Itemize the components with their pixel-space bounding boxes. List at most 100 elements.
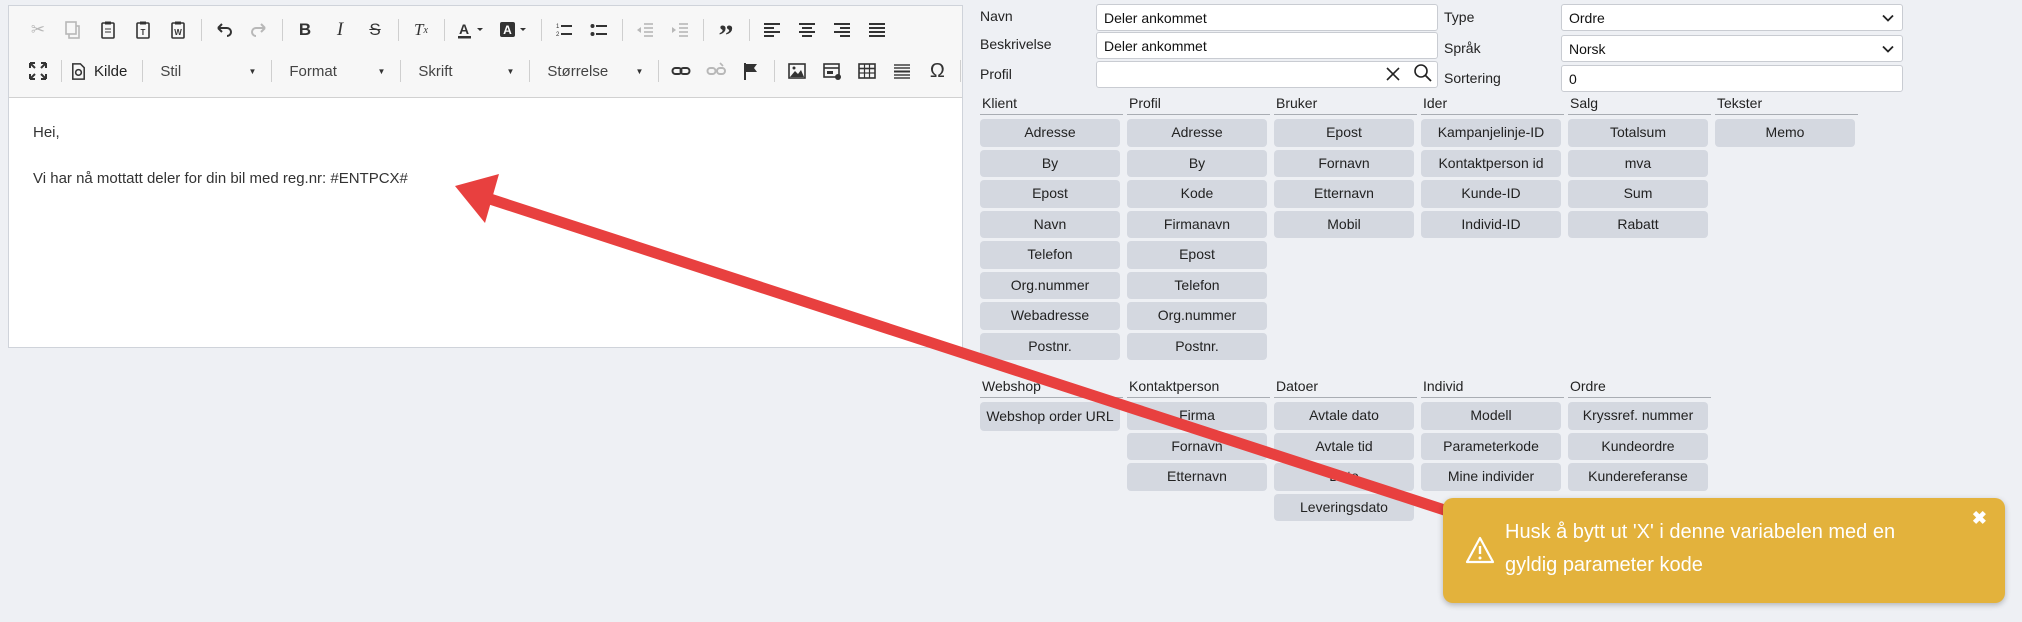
undo-icon[interactable]	[209, 15, 239, 45]
numbered-list-icon[interactable]: 12	[549, 15, 579, 45]
variable-group: Bruker Epost Fornavn Etternavn Mobil	[1274, 95, 1417, 241]
search-icon[interactable]	[1413, 63, 1433, 83]
variable-chip[interactable]: Kontaktperson id	[1421, 149, 1561, 177]
variable-group: Tekster Memo	[1715, 95, 1858, 150]
variable-chip[interactable]: Kundeordre	[1568, 432, 1708, 460]
name-field[interactable]: Deler ankommet	[1096, 4, 1438, 31]
variable-chip[interactable]: Etternavn	[1127, 463, 1267, 491]
variable-chip[interactable]: Parameterkode	[1421, 432, 1561, 460]
variable-chip[interactable]: Epost	[1274, 119, 1414, 147]
variable-chip[interactable]: Webshop order URL	[980, 402, 1120, 431]
remove-format-icon[interactable]: Tx	[406, 15, 436, 45]
variable-group: Profil Adresse By Kode Firmanavn Epost Telefon…	[1127, 95, 1270, 363]
strikethrough-icon[interactable]: S	[360, 15, 390, 45]
chevron-down-icon: ▼	[248, 66, 257, 76]
chevron-down-icon	[1882, 14, 1894, 22]
close-icon[interactable]: ✖	[1972, 508, 1987, 529]
language-select[interactable]: Norsk	[1561, 35, 1903, 62]
cut-icon[interactable]: ✂	[23, 15, 53, 45]
paste-word-icon[interactable]: W	[163, 15, 193, 45]
text-color-icon[interactable]: A	[452, 15, 490, 45]
variable-chip[interactable]: Totalsum	[1568, 119, 1708, 147]
paste-text-icon[interactable]: T	[128, 15, 158, 45]
description-field[interactable]: Deler ankommet	[1096, 32, 1438, 59]
outdent-icon[interactable]	[630, 15, 660, 45]
variable-chip[interactable]: Kunde-ID	[1421, 180, 1561, 208]
variable-group-title: Kontaktperson	[1127, 378, 1270, 398]
variable-chip[interactable]: By	[1127, 149, 1267, 177]
variable-chip[interactable]: Etternavn	[1274, 180, 1414, 208]
variable-chip[interactable]: Kampanjelinje-ID	[1421, 119, 1561, 147]
variable-chip[interactable]: Org.nummer	[1127, 302, 1267, 330]
variable-chip[interactable]: Firmanavn	[1127, 210, 1267, 238]
variable-chip[interactable]: Adresse	[1127, 119, 1267, 147]
variable-chip[interactable]: Mine individer	[1421, 463, 1561, 491]
variable-chip[interactable]: Memo	[1715, 119, 1855, 147]
image-icon[interactable]	[782, 56, 812, 86]
paste-icon[interactable]	[93, 15, 123, 45]
sort-field[interactable]: 0	[1561, 65, 1903, 92]
link-icon[interactable]	[666, 56, 696, 86]
variable-chip[interactable]: Modell	[1421, 402, 1561, 430]
font-combo[interactable]: Skrift ▼	[408, 56, 520, 86]
variable-chip[interactable]: Epost	[1127, 241, 1267, 269]
variable-chip[interactable]: Telefon	[1127, 271, 1267, 299]
align-center-icon[interactable]	[792, 15, 822, 45]
variable-chip[interactable]: Org.nummer	[980, 271, 1120, 299]
editor-content[interactable]: Hei, Vi har nå mottatt deler for din bil…	[9, 98, 962, 242]
size-combo[interactable]: Størrelse ▼	[537, 56, 649, 86]
form-icon[interactable]	[817, 56, 847, 86]
align-right-icon[interactable]	[827, 15, 857, 45]
variable-chip[interactable]: Mobil	[1274, 210, 1414, 238]
variable-chip[interactable]: Avtale dato	[1274, 402, 1414, 430]
unlink-icon[interactable]	[701, 56, 731, 86]
variable-chip[interactable]: Navn	[980, 210, 1120, 238]
variable-chip[interactable]: Webadresse	[980, 302, 1120, 330]
copy-icon[interactable]	[58, 15, 88, 45]
special-character-icon[interactable]: Ω	[922, 56, 952, 86]
variable-chip[interactable]: Avtale tid	[1274, 432, 1414, 460]
source-button[interactable]: Kilde	[69, 62, 127, 81]
background-color-icon[interactable]: A	[495, 15, 533, 45]
variable-chip[interactable]: Fornavn	[1127, 432, 1267, 460]
bulleted-list-icon[interactable]	[584, 15, 614, 45]
clear-icon[interactable]	[1383, 64, 1403, 84]
svg-text:T: T	[141, 28, 146, 37]
variable-chip[interactable]: Sum	[1568, 180, 1708, 208]
type-select[interactable]: Ordre	[1561, 4, 1903, 31]
blockquote-icon[interactable]: ”	[711, 15, 741, 52]
variable-chip[interactable]: Kundereferanse	[1568, 463, 1708, 491]
variable-chip[interactable]: Adresse	[980, 119, 1120, 147]
toolbar-row-1: ✂ T W B I S Tx A A 1 2 ”	[23, 13, 897, 52]
editor-toolbar: ✂ T W B I S Tx A A 1 2 ” Kilde Stil ▼ Fo…	[9, 6, 962, 98]
variable-chip[interactable]: Dato	[1274, 463, 1414, 491]
anchor-flag-icon[interactable]	[736, 56, 766, 86]
variable-chip[interactable]: Rabatt	[1568, 210, 1708, 238]
indent-icon[interactable]	[665, 15, 695, 45]
type-select-value: Ordre	[1569, 9, 1605, 26]
variable-chip[interactable]: Firma	[1127, 402, 1267, 430]
variable-chip[interactable]: Epost	[980, 180, 1120, 208]
maximize-icon[interactable]	[23, 56, 53, 86]
italic-icon[interactable]: I	[325, 15, 355, 45]
horizontal-rule-icon[interactable]	[887, 56, 917, 86]
align-left-icon[interactable]	[757, 15, 787, 45]
variable-chip[interactable]: Kryssref. nummer	[1568, 402, 1708, 430]
variable-group: Salg Totalsum mva Sum Rabatt	[1568, 95, 1711, 241]
variable-chip[interactable]: Postnr.	[980, 332, 1120, 360]
variable-chip[interactable]: mva	[1568, 149, 1708, 177]
variable-chip[interactable]: Leveringsdato	[1274, 493, 1414, 521]
variable-chip[interactable]: Kode	[1127, 180, 1267, 208]
redo-icon[interactable]	[244, 15, 274, 45]
table-icon[interactable]	[852, 56, 882, 86]
variable-chip[interactable]: Telefon	[980, 241, 1120, 269]
variable-chip[interactable]: Fornavn	[1274, 149, 1414, 177]
bold-icon[interactable]: B	[290, 15, 320, 45]
toolbar-row-2: Kilde Stil ▼ Format ▼ Skrift ▼ Størrelse…	[23, 54, 968, 88]
variable-chip[interactable]: Individ-ID	[1421, 210, 1561, 238]
format-combo[interactable]: Format ▼	[279, 56, 391, 86]
align-justify-icon[interactable]	[862, 15, 892, 45]
variable-chip[interactable]: Postnr.	[1127, 332, 1267, 360]
variable-chip[interactable]: By	[980, 149, 1120, 177]
style-combo[interactable]: Stil ▼	[150, 56, 262, 86]
